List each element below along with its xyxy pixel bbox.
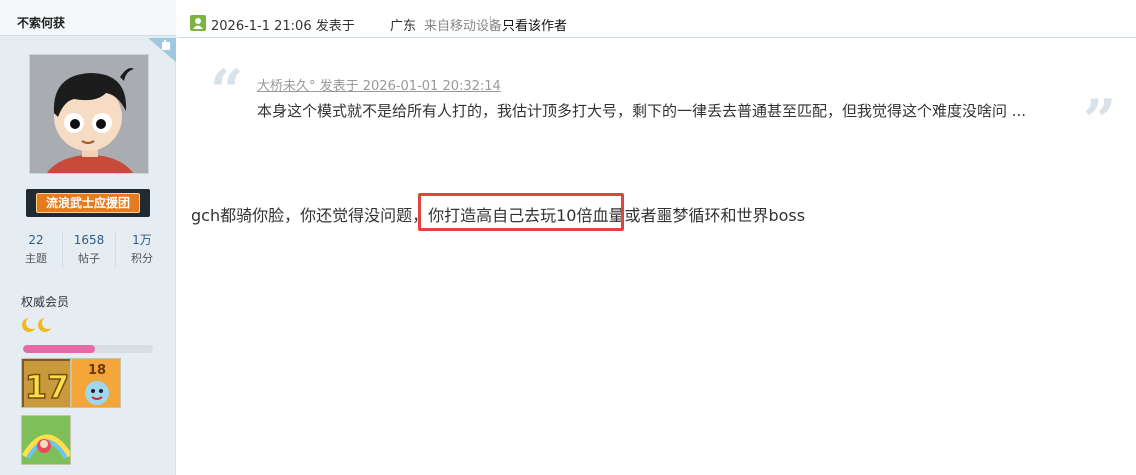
- quote-text: 本身这个模式就不是给所有人打的，我估计顶多打大号，剩下的一律丢去普通甚至匹配，但…: [257, 102, 1027, 120]
- stat-posts-value: 1658: [73, 233, 105, 247]
- level-progress-bar: [23, 345, 153, 353]
- online-status-icon: [148, 38, 176, 62]
- medal-18-icon: 18: [72, 359, 120, 407]
- stat-posts[interactable]: 1658 帖子: [63, 230, 115, 272]
- user-online-icon: [190, 15, 206, 31]
- user-group-link[interactable]: 权威会员: [21, 293, 69, 310]
- svg-text:18: 18: [88, 363, 106, 378]
- user-header: 不索何获: [0, 0, 176, 36]
- rank-badge-label: 流浪武士应援团: [45, 196, 130, 210]
- header-divider: [490, 16, 491, 30]
- level-icons: [22, 317, 54, 332]
- only-author-link[interactable]: 只看该作者: [502, 15, 567, 34]
- stat-threads-label: 主题: [25, 252, 47, 265]
- avatar[interactable]: [29, 54, 149, 174]
- post-location: 广东: [390, 19, 417, 34]
- avatar-cartoon-icon: [30, 55, 148, 173]
- medal-rainbow-icon: [22, 416, 70, 464]
- post-header: 2026-1-1 21:06 发表于 广东 来自移动设备 只看该作者: [177, 0, 1136, 38]
- quote-author-link[interactable]: 大桥未久° 发表于 2026-01-01 20:32:14: [257, 75, 501, 94]
- highlight-annotation-box: [418, 193, 624, 231]
- user-sidebar: 不索何获 流浪武士应援团 22 主题 1658 帖子 1万 积分 权威会员 17…: [0, 0, 176, 475]
- post-date: 2026-1-1 21:06 发表于: [211, 19, 355, 34]
- stat-posts-label: 帖子: [78, 252, 100, 265]
- stat-threads-value: 22: [28, 233, 44, 247]
- stat-points-label: 积分: [131, 252, 153, 265]
- username-link[interactable]: 不索何获: [17, 14, 65, 31]
- quote-open-icon: “: [210, 57, 244, 125]
- stat-points[interactable]: 1万 积分: [116, 230, 168, 272]
- crescent-moon-icon: [38, 317, 54, 332]
- rank-badge: 流浪武士应援团: [26, 189, 150, 217]
- svg-text:17: 17: [25, 368, 70, 406]
- medal-18[interactable]: 18: [71, 358, 121, 408]
- stat-threads[interactable]: 22 主题: [10, 230, 62, 272]
- forum-post: 不索何获 流浪武士应援团 22 主题 1658 帖子 1万 积分 权威会员 17…: [0, 0, 1136, 475]
- medal-rainbow[interactable]: [21, 415, 71, 465]
- quote-close-icon: ”: [1083, 87, 1117, 155]
- medal-17-icon: 17: [22, 359, 70, 407]
- stat-points-value: 1万: [132, 233, 152, 247]
- crescent-moon-icon: [22, 317, 38, 332]
- medal-17[interactable]: 17: [21, 358, 71, 408]
- user-stats: 22 主题 1658 帖子 1万 积分: [10, 230, 166, 272]
- level-progress-fill: [23, 345, 95, 353]
